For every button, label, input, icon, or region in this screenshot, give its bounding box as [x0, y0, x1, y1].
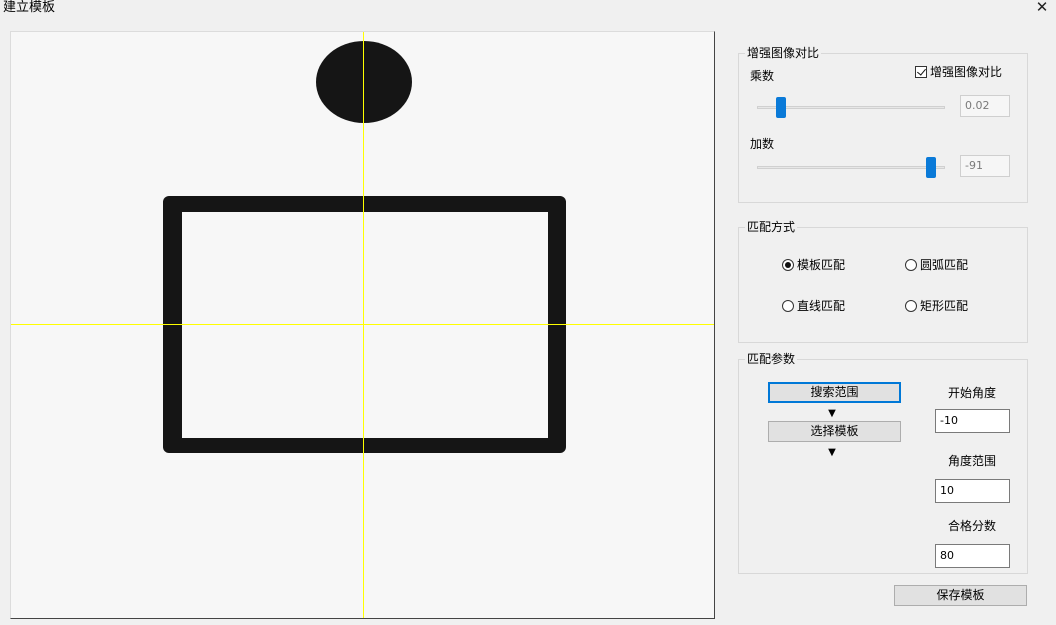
window-title: 建立模板: [3, 0, 56, 15]
enhance-contrast-checkbox[interactable]: 增强图像对比: [915, 65, 1002, 79]
image-view: [11, 32, 714, 618]
offset-value: -91: [960, 155, 1010, 177]
match-mode-group: 匹配方式: [738, 220, 1028, 343]
down-arrow-icon: ▼: [828, 447, 836, 458]
offset-slider-track[interactable]: [757, 166, 945, 169]
radio-line-match-label: 直线匹配: [797, 299, 846, 313]
start-angle-input[interactable]: -10: [935, 409, 1010, 433]
close-icon[interactable]: ✕: [1034, 0, 1050, 16]
radio-template-match[interactable]: 模板匹配: [782, 258, 845, 272]
start-angle-label: 开始角度: [948, 386, 997, 400]
multiplier-label: 乘数: [750, 69, 775, 83]
radio-arc-match-label: 圆弧匹配: [920, 258, 969, 272]
radio-indicator-icon[interactable]: [782, 259, 794, 271]
search-range-button[interactable]: 搜索范围: [768, 382, 901, 403]
save-template-button[interactable]: 保存模板: [894, 585, 1027, 606]
select-template-button[interactable]: 选择模板: [768, 421, 901, 442]
offset-slider[interactable]: [757, 156, 945, 178]
angle-range-label: 角度范围: [948, 454, 997, 468]
offset-label: 加数: [750, 137, 775, 151]
radio-indicator-icon[interactable]: [905, 259, 917, 271]
title-bar: 建立模板 ✕: [0, 0, 1056, 18]
image-canvas[interactable]: [10, 31, 715, 619]
pass-score-input[interactable]: 80: [935, 544, 1010, 568]
match-params-group-title: 匹配参数: [745, 352, 798, 366]
enhance-contrast-label: 增强图像对比: [930, 65, 1003, 79]
radio-line-match[interactable]: 直线匹配: [782, 299, 845, 313]
match-mode-group-title: 匹配方式: [745, 220, 798, 234]
checkbox-check-icon[interactable]: [915, 66, 927, 78]
contrast-group-title: 增强图像对比: [745, 46, 822, 60]
angle-range-input[interactable]: 10: [935, 479, 1010, 503]
radio-indicator-icon[interactable]: [905, 300, 917, 312]
multiplier-slider-thumb[interactable]: [776, 97, 787, 118]
offset-slider-thumb[interactable]: [926, 157, 937, 178]
down-arrow-icon: ▼: [828, 408, 836, 419]
multiplier-slider[interactable]: [757, 96, 945, 118]
radio-rect-match-label: 矩形匹配: [920, 299, 969, 313]
radio-rect-match[interactable]: 矩形匹配: [905, 299, 968, 313]
radio-indicator-icon[interactable]: [782, 300, 794, 312]
multiplier-value: 0.02: [960, 95, 1010, 117]
radio-template-match-label: 模板匹配: [797, 258, 846, 272]
pass-score-label: 合格分数: [948, 519, 997, 533]
radio-arc-match[interactable]: 圆弧匹配: [905, 258, 968, 272]
